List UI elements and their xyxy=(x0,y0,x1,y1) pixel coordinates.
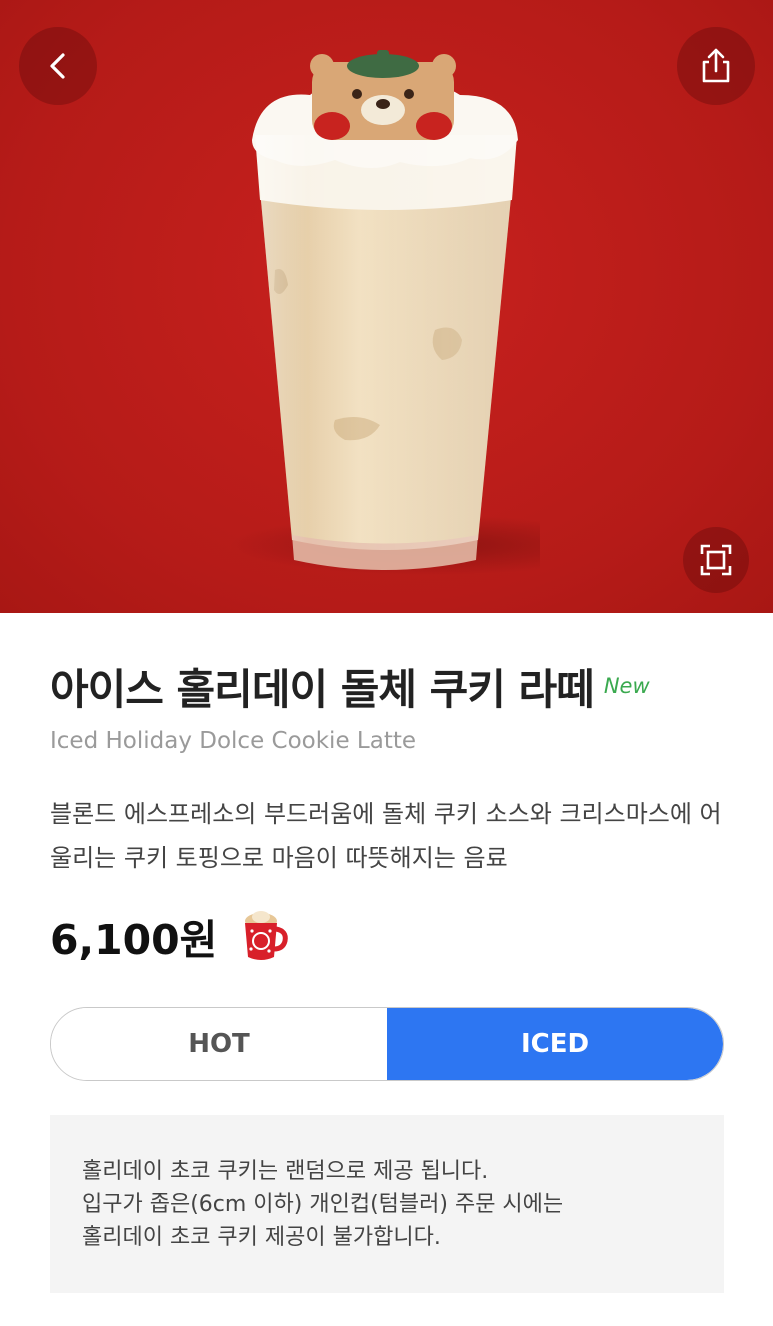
drink-image xyxy=(230,50,540,575)
product-english-name: Iced Holiday Dolce Cookie Latte xyxy=(50,728,417,754)
notice-line: 홀리데이 초코 쿠키는 랜덤으로 제공 됩니다. xyxy=(82,1159,489,1184)
notice-box: 홀리데이 초코 쿠키는 랜덤으로 제공 됩니다. 입구가 좁은(6cm 이하) … xyxy=(50,1115,724,1293)
option-iced[interactable]: ICED xyxy=(387,1008,723,1080)
fullscreen-button[interactable] xyxy=(683,527,749,593)
option-hot[interactable]: HOT xyxy=(51,1008,387,1080)
notice-line: 입구가 좁은(6cm 이하) 개인컵(텀블러) 주문 시에는 xyxy=(82,1192,564,1217)
product-name: 아이스 홀리데이 돌체 쿠키 라떼 xyxy=(50,665,595,714)
notice-line: 홀리데이 초코 쿠키 제공이 불가합니다. xyxy=(82,1225,441,1250)
share-button[interactable] xyxy=(677,27,755,105)
price-row: 6,100원 xyxy=(50,903,289,969)
product-description: 블론드 에스프레소의 부드러움에 돌체 쿠키 소스와 크리스마스에 어울리는 쿠… xyxy=(50,800,722,872)
new-badge: New xyxy=(603,674,650,698)
chevron-left-icon xyxy=(50,53,65,79)
product-title-row: 아이스 홀리데이 돌체 쿠키 라떼 New xyxy=(50,655,740,720)
fullscreen-icon xyxy=(700,544,732,576)
back-button[interactable] xyxy=(19,27,97,105)
product-price: 6,100원 xyxy=(50,916,218,964)
product-hero-image xyxy=(0,0,773,613)
holiday-mug-icon xyxy=(245,911,289,960)
share-icon xyxy=(702,48,730,83)
temperature-toggle: HOT ICED xyxy=(50,1007,724,1081)
